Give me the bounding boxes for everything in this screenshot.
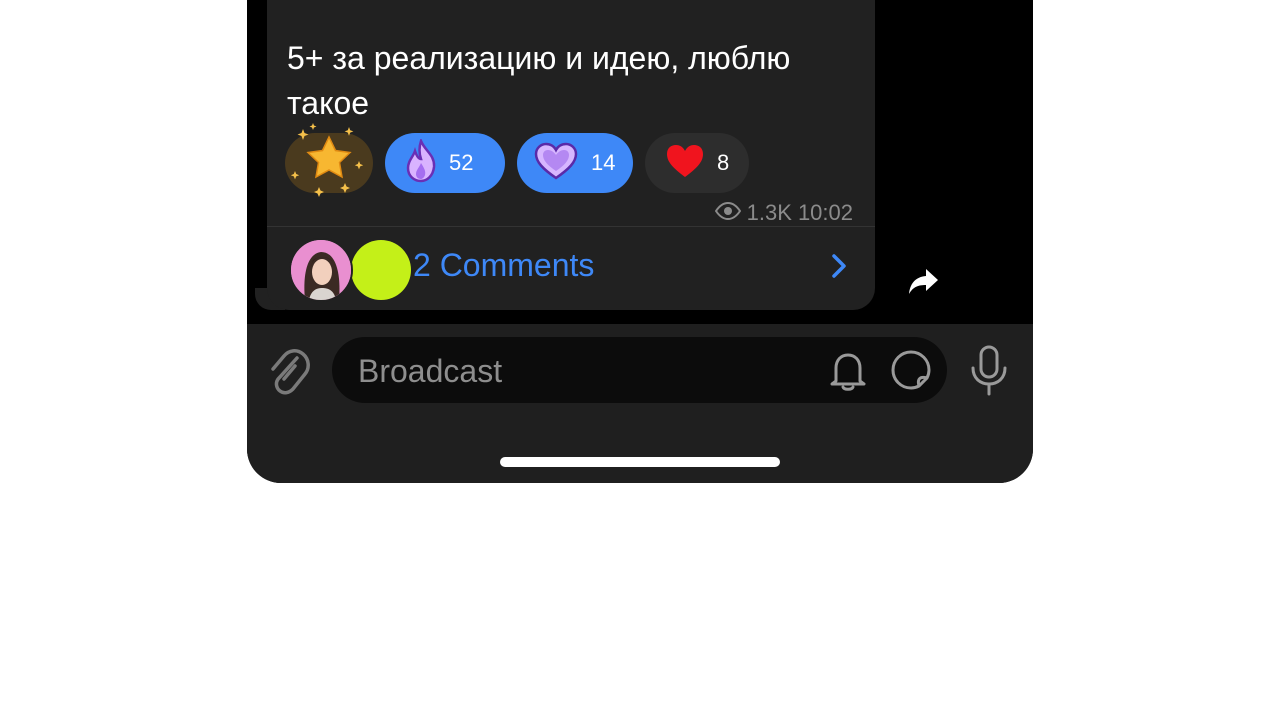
eye-icon (714, 200, 741, 226)
purple-heart-icon (533, 141, 579, 186)
microphone-icon[interactable] (969, 344, 1009, 403)
reaction-star[interactable] (285, 122, 373, 197)
sticker-icon[interactable] (890, 349, 932, 396)
share-icon[interactable] (907, 266, 941, 301)
reaction-purple-heart[interactable]: 14 (517, 133, 633, 193)
message-bubble[interactable]: 5+ за реализацию и идею, люблю такое 52 … (267, 0, 875, 310)
fire-icon (405, 136, 437, 188)
view-count: 1.3K (746, 200, 792, 225)
star-effect-icon (289, 121, 369, 206)
chat-area[interactable]: 5+ за реализацию и идею, люблю такое 52 … (247, 0, 1033, 324)
message-input[interactable] (356, 337, 800, 405)
broadcast-input-field[interactable] (332, 337, 947, 405)
red-heart-icon (665, 143, 705, 184)
reaction-fire[interactable]: 52 (385, 133, 505, 193)
reaction-fire-count: 52 (449, 150, 474, 175)
message-time: 10:02 (797, 200, 853, 225)
chevron-right-icon (831, 253, 847, 284)
message-meta: 1.3K 10:02 (714, 200, 853, 226)
phone-screen: 5+ за реализацию и идею, люблю такое 52 … (247, 0, 1033, 483)
input-bar (247, 324, 1033, 483)
reaction-red-heart-count: 8 (717, 150, 730, 175)
bell-icon[interactable] (828, 349, 868, 396)
home-indicator[interactable] (500, 457, 780, 467)
paperclip-icon[interactable] (265, 344, 311, 403)
avatar (351, 240, 411, 300)
comments-button[interactable]: 2 Comments (267, 227, 875, 307)
comments-label: 2 Comments (413, 247, 595, 283)
reaction-red-heart[interactable]: 8 (645, 133, 749, 193)
reaction-purple-heart-count: 14 (591, 150, 616, 175)
message-text: 5+ за реализацию и идею, люблю такое (287, 40, 791, 121)
avatar (289, 238, 353, 302)
